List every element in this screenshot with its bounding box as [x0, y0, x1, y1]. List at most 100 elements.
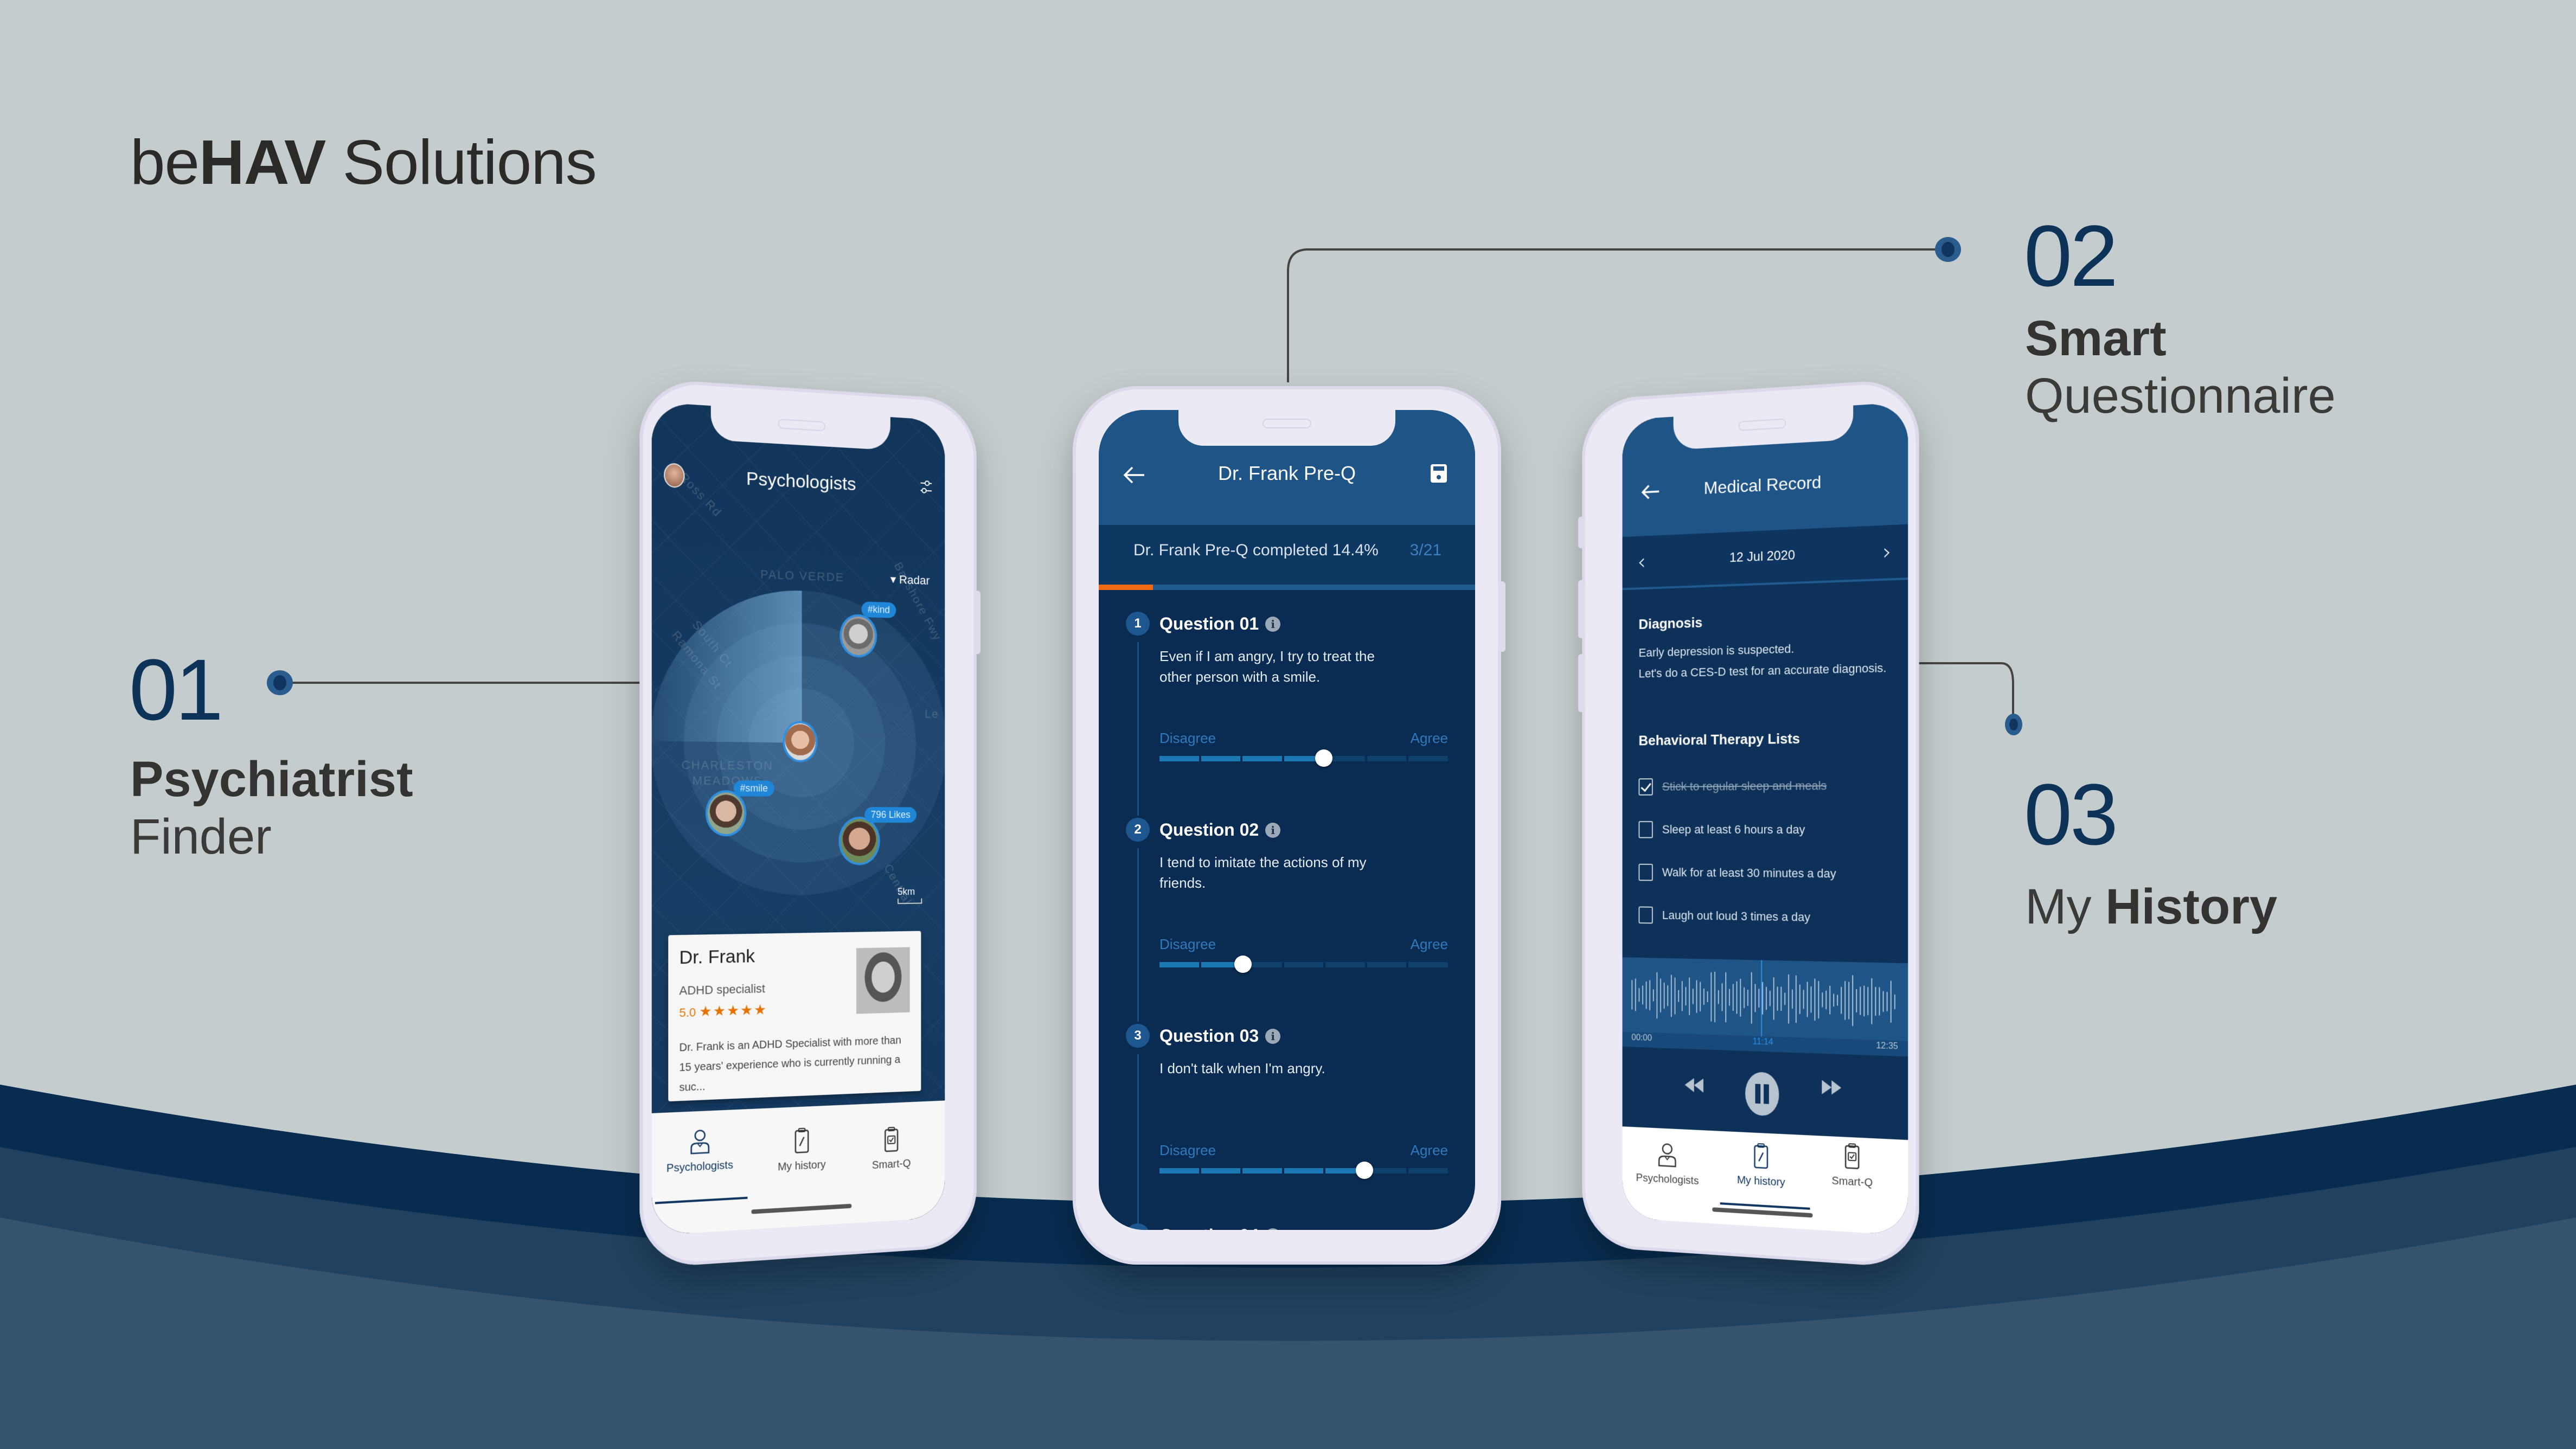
phone-notch	[1178, 410, 1395, 446]
tab-psychologists[interactable]: Psychologists	[1626, 1139, 1709, 1188]
save-floppy-icon[interactable]	[1430, 463, 1448, 484]
psychologist-pin[interactable]	[838, 817, 880, 865]
psychologists-screen: Ross Rd PALO VERDE Bayshore Fwy South Ct…	[651, 402, 945, 1236]
checkbox[interactable]	[1638, 863, 1653, 881]
slider-segment	[1201, 1168, 1241, 1174]
question-title: Question 02 i	[1159, 820, 1281, 840]
info-icon[interactable]: i	[1265, 617, 1281, 632]
clipboard-pencil-icon	[790, 1127, 813, 1155]
tab-label: Psychologists	[667, 1159, 733, 1175]
question-text: I don't talk when I'm angry.	[1159, 1060, 1325, 1076]
feature-number-01: 01	[129, 641, 223, 738]
doctor-photo	[856, 947, 910, 1014]
checkbox[interactable]	[1638, 906, 1653, 924]
info-icon[interactable]: i	[1265, 823, 1281, 838]
waveform-bar	[1867, 986, 1869, 1016]
therapy-item[interactable]: Laugh out loud 3 times a day	[1638, 905, 1810, 927]
screen-title: Dr. Frank Pre-Q	[1217, 462, 1356, 484]
therapy-item[interactable]: Stick to regular sleep and meals	[1638, 776, 1827, 797]
info-icon[interactable]: i	[1265, 1029, 1281, 1044]
audio-waveform[interactable]	[1622, 957, 1908, 1041]
slider-segment	[1325, 962, 1365, 967]
waveform-bar	[1833, 993, 1835, 1007]
waveform-bar	[1696, 980, 1697, 1013]
slider-segment	[1159, 962, 1199, 967]
psychologist-pin[interactable]	[705, 790, 747, 837]
waveform-bar	[1788, 974, 1790, 1024]
therapy-item[interactable]: Walk for at least 30 minutes a day	[1638, 863, 1836, 884]
waveform-bar	[1714, 971, 1716, 1023]
slider-segment	[1408, 962, 1449, 967]
slider-segment	[1408, 756, 1449, 761]
scale-label-agree: Agree	[1410, 1142, 1448, 1158]
therapy-item[interactable]: Sleep at least 6 hours a day	[1638, 820, 1805, 839]
rating-value: 5.0	[679, 1005, 696, 1020]
feature-title-02-bold: Smart	[2025, 311, 2167, 366]
waveform-bar	[1681, 981, 1683, 1011]
tab-my-history[interactable]: My history	[1719, 1141, 1804, 1190]
checkbox[interactable]	[1638, 778, 1653, 796]
doctor-card[interactable]: Dr. Frank ADHD specialist 5.0 ★★★★★ Dr. F…	[668, 931, 921, 1102]
slider-segment	[1242, 1168, 1282, 1174]
therapy-item-label: Stick to regular sleep and meals	[1662, 779, 1827, 793]
tab-my-history[interactable]: My history	[759, 1125, 844, 1175]
fast-forward-icon[interactable]	[1821, 1078, 1842, 1097]
clipboard-pencil-icon	[1750, 1142, 1773, 1170]
phone-side-button	[1578, 516, 1585, 549]
slider-knob[interactable]	[1315, 749, 1333, 767]
waveform-bar	[1799, 984, 1800, 1014]
speaker	[1738, 418, 1786, 431]
user-location-pin[interactable]	[783, 721, 818, 763]
progress-count: 3/21	[1409, 541, 1441, 559]
radar-view-toggle[interactable]: ▾ Radar	[890, 573, 930, 588]
waveform-bar	[1707, 991, 1708, 1003]
chevron-right-icon[interactable]: ›	[1883, 540, 1892, 566]
record-date: 12 Jul 2020	[1729, 548, 1795, 566]
agreement-slider[interactable]	[1159, 749, 1449, 767]
tab-psychologists[interactable]: Psychologists	[656, 1126, 744, 1176]
therapy-item-label: Walk for at least 30 minutes a day	[1662, 865, 1836, 881]
feature-number-02: 02	[2024, 207, 2118, 304]
waveform-bar	[1642, 985, 1643, 1005]
tab-smart-q[interactable]: Smart-Q	[1809, 1141, 1896, 1191]
therapy-heading: Behavioral Therapy Lists	[1638, 730, 1800, 749]
agreement-slider[interactable]	[1159, 956, 1449, 973]
therapy-item-label: Sleep at least 6 hours a day	[1662, 822, 1805, 837]
waveform-bar	[1784, 992, 1786, 1005]
waveform-bar	[1692, 989, 1694, 1004]
waveform-bar	[1852, 975, 1854, 1027]
slider-segment	[1284, 962, 1324, 967]
slider-segment	[1159, 1168, 1199, 1174]
diagnosis-text: Early depression is suspected. Let's do …	[1639, 636, 1897, 684]
map-scale: 5km	[898, 886, 922, 905]
waveform-bar	[1736, 981, 1738, 1014]
scale-label-disagree: Disagree	[1159, 1142, 1216, 1158]
waveform-bar	[1822, 992, 1823, 1008]
waveform-bar	[1803, 990, 1804, 1009]
waveform-bar	[1860, 986, 1861, 1015]
rewind-icon[interactable]	[1684, 1075, 1704, 1094]
agreement-slider[interactable]	[1159, 1162, 1449, 1179]
speaker	[778, 419, 825, 432]
pin-tag: #kind	[861, 601, 896, 618]
slider-knob[interactable]	[1355, 1162, 1373, 1179]
pin-tag: #smile	[733, 780, 774, 797]
playhead[interactable]	[1761, 960, 1763, 1036]
pause-button[interactable]	[1745, 1071, 1779, 1117]
info-icon[interactable]: i	[1265, 1228, 1281, 1230]
waveform-bar	[1721, 983, 1723, 1011]
pin-tag: 796 Likes	[864, 807, 917, 823]
phone-side-button	[1578, 653, 1585, 713]
waveform-bar	[1863, 985, 1865, 1017]
psychologist-pin[interactable]	[840, 613, 877, 658]
waveform-bar	[1631, 980, 1633, 1010]
waveform-bar	[1645, 981, 1647, 1009]
filter-sliders-icon[interactable]	[920, 479, 933, 496]
home-indicator[interactable]	[751, 1203, 851, 1214]
checkbox[interactable]	[1638, 821, 1653, 838]
tab-smart-q[interactable]: Smart-Q	[850, 1125, 932, 1174]
slider-knob[interactable]	[1234, 956, 1252, 973]
phone-side-button	[1578, 580, 1585, 639]
feature-title-03: My History	[2025, 879, 2277, 936]
clipboard-check-icon	[1840, 1142, 1864, 1171]
